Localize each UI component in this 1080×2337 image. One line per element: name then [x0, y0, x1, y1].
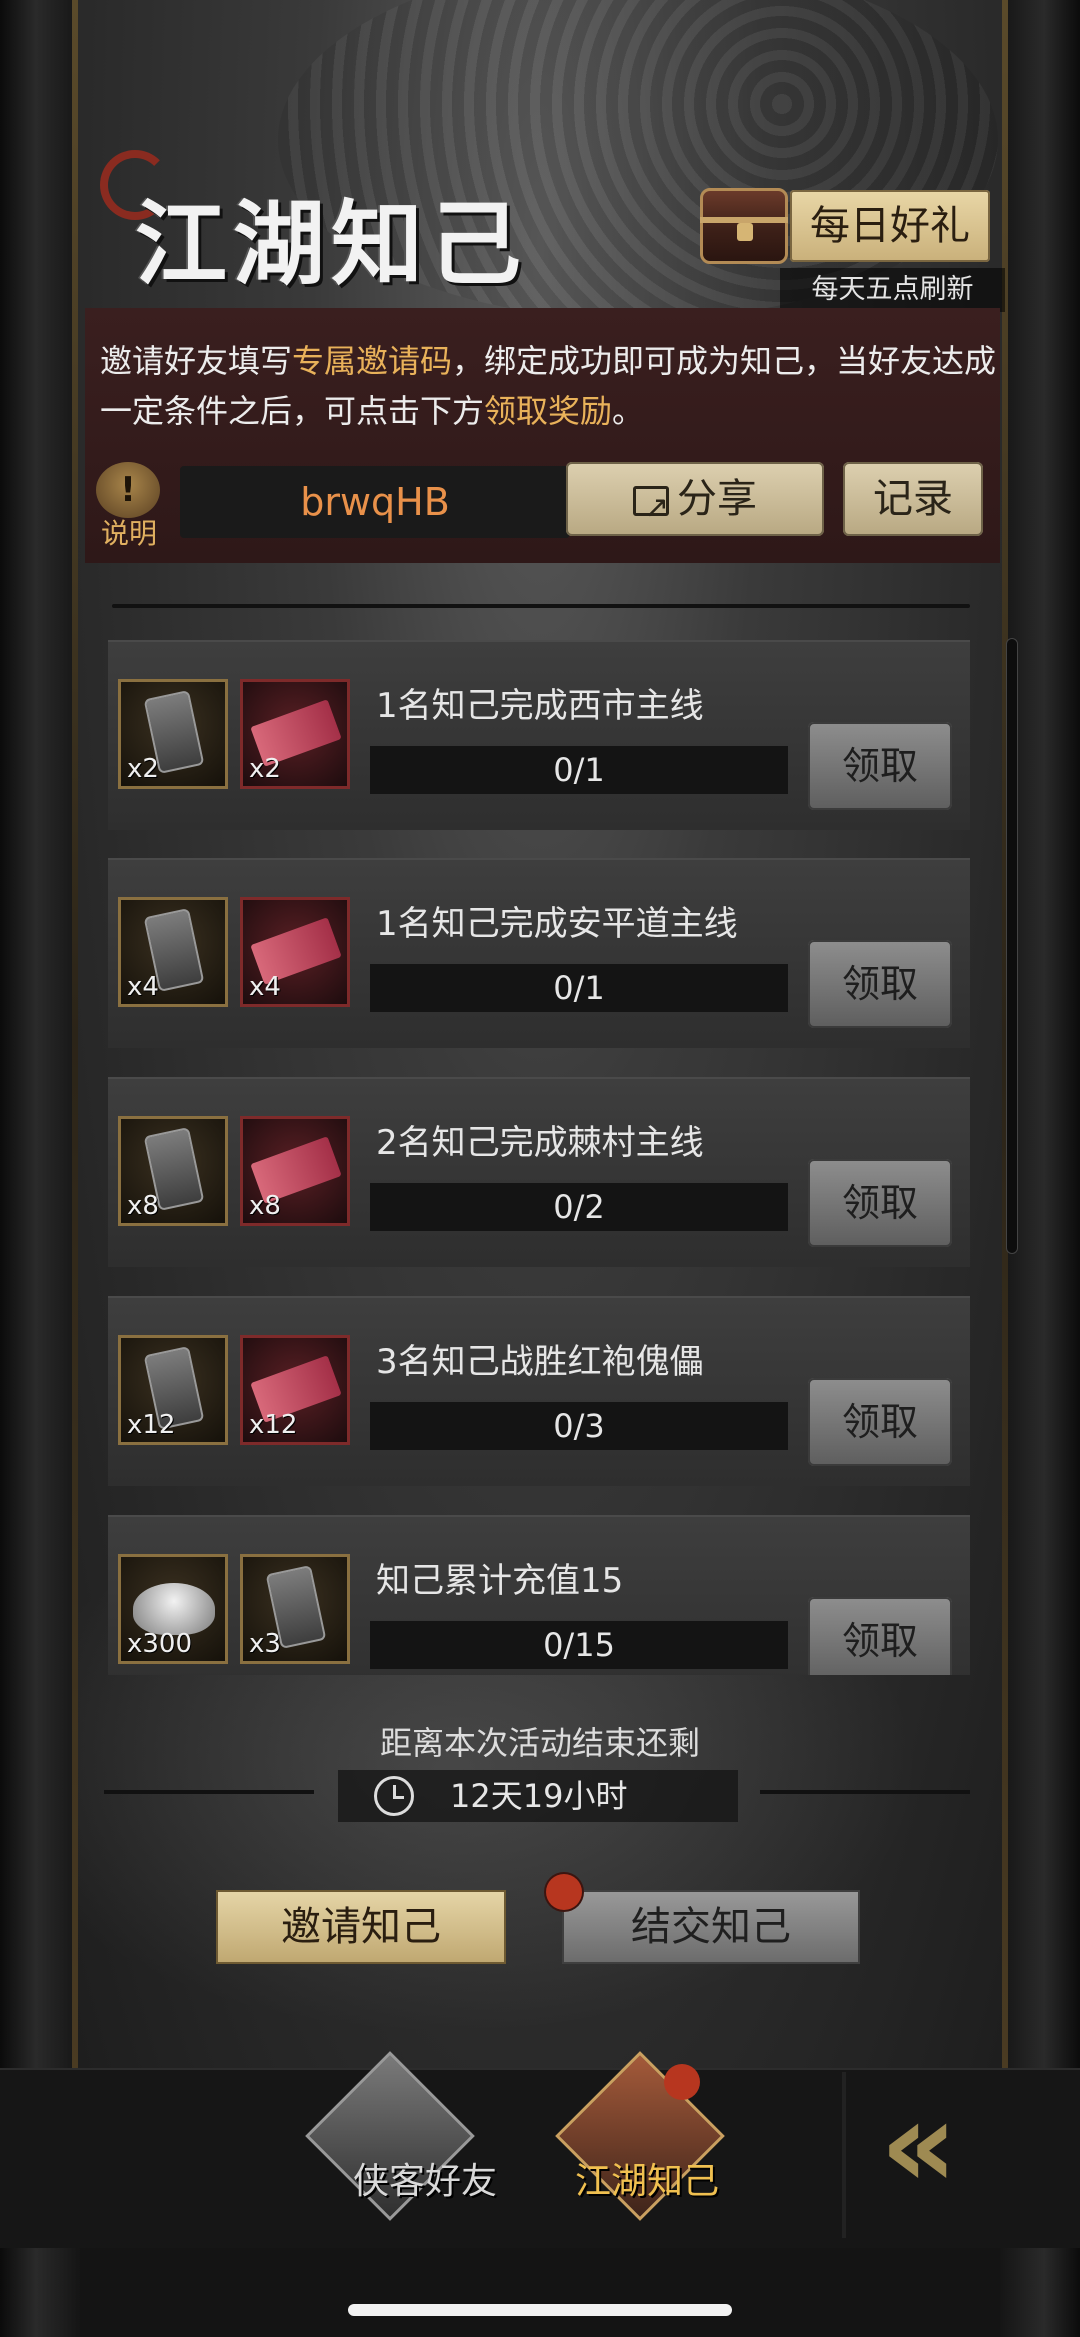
treasure-chest-icon[interactable]: [700, 188, 788, 264]
progress-text: 0/1: [553, 751, 605, 789]
claim-button[interactable]: 领取: [808, 1378, 952, 1466]
red-ticket-icon[interactable]: x4: [240, 897, 350, 1007]
task-row: x300 x3 知己累计充值15 0/15 领取: [108, 1515, 970, 1675]
invite-code-highlight: 专属邀请码: [292, 342, 453, 380]
token-tag-icon[interactable]: x8: [118, 1116, 228, 1226]
task-row: x12 x12 3名知己战胜红袍傀儡 0/3 领取: [108, 1296, 970, 1486]
reward-qty: x8: [127, 1191, 159, 1221]
task-title: 知己累计充值15: [376, 1561, 624, 1601]
reward-qty: x12: [249, 1410, 298, 1440]
invite-description: 邀请好友填写专属邀请码，绑定成功即可成为知己，当好友达成一定条件之后，可点击下方…: [100, 336, 1000, 436]
progress-text: 0/1: [553, 969, 605, 1007]
home-indicator[interactable]: [348, 2304, 732, 2316]
reward-qty: x2: [249, 754, 281, 784]
claim-button[interactable]: 领取: [808, 722, 952, 810]
claim-reward-highlight: 领取奖励: [484, 392, 613, 430]
nav-item-hero-friends[interactable]: 侠客好友: [330, 2152, 520, 2204]
notification-dot: [546, 1874, 582, 1910]
token-tag-icon[interactable]: x12: [118, 1335, 228, 1445]
reward-qty: x12: [127, 1410, 176, 1440]
progress-text: 0/15: [543, 1626, 615, 1664]
share-label: 分享: [677, 476, 757, 522]
notification-dot: [664, 2064, 700, 2100]
task-row: x4 x4 1名知己完成安平道主线 0/1 领取: [108, 858, 970, 1048]
invite-description-part: 。: [612, 392, 645, 430]
double-chevron-left-icon[interactable]: «: [880, 2086, 1030, 2206]
divider: [112, 604, 970, 608]
task-row: x8 x8 2名知己完成棘村主线 0/2 领取: [108, 1077, 970, 1267]
divider: [842, 2072, 846, 2238]
claim-button[interactable]: 领取: [808, 1159, 952, 1247]
nav-item-jianghu-friends[interactable]: 江湖知己: [562, 2152, 732, 2204]
invite-description-part: 邀请好友填写: [100, 342, 293, 380]
befriend-button[interactable]: 结交知己: [562, 1890, 860, 1964]
exclamation-icon[interactable]: !: [96, 462, 160, 518]
token-tag-icon[interactable]: x3: [240, 1554, 350, 1664]
red-ticket-icon[interactable]: x8: [240, 1116, 350, 1226]
red-ticket-icon[interactable]: x12: [240, 1335, 350, 1445]
silver-ingot-icon[interactable]: x300: [118, 1554, 228, 1664]
reward-qty: x3: [249, 1629, 281, 1659]
record-button[interactable]: 记录: [843, 462, 983, 536]
page-title: 江湖知己: [135, 190, 528, 298]
divider: [104, 1790, 314, 1794]
token-tag-icon[interactable]: x4: [118, 897, 228, 1007]
task-row: x2 x2 1名知己完成西市主线 0/1 领取: [108, 640, 970, 830]
activity-ends-label: 距离本次活动结束还剩: [379, 1724, 700, 1762]
reward-qty: x8: [249, 1191, 281, 1221]
daily-refresh-note: 每天五点刷新: [780, 268, 1005, 312]
info-label[interactable]: 说明: [94, 512, 164, 552]
reward-qty: x300: [127, 1629, 193, 1659]
invite-code: brwqHB: [300, 480, 450, 524]
red-ticket-icon[interactable]: x2: [240, 679, 350, 789]
claim-button[interactable]: 领取: [808, 940, 952, 1028]
scrollbar[interactable]: [1006, 638, 1018, 1254]
task-title: 1名知己完成安平道主线: [376, 904, 738, 944]
divider: [760, 1790, 970, 1794]
task-title: 2名知己完成棘村主线: [376, 1123, 704, 1163]
reward-qty: x4: [249, 972, 281, 1002]
reward-qty: x2: [127, 754, 159, 784]
clock-icon: [374, 1776, 414, 1816]
progress-text: 0/3: [553, 1407, 605, 1445]
task-title: 1名知己完成西市主线: [376, 686, 704, 726]
share-icon: [633, 471, 669, 545]
daily-gift-button[interactable]: 每日好礼: [790, 190, 990, 262]
progress-text: 0/2: [553, 1188, 605, 1226]
claim-button[interactable]: 领取: [808, 1597, 952, 1675]
countdown-text: 12天19小时: [450, 1777, 628, 1815]
invite-friend-button[interactable]: 邀请知己: [216, 1890, 506, 1964]
share-button[interactable]: 分享: [566, 462, 824, 545]
left-frame: [0, 0, 80, 2337]
reward-qty: x4: [127, 972, 159, 1002]
token-tag-icon[interactable]: x2: [118, 679, 228, 789]
task-title: 3名知己战胜红袍傀儡: [376, 1342, 704, 1382]
task-list[interactable]: x2 x2 1名知己完成西市主线 0/1 领取 x4 x4 1名知己完成安平道主…: [108, 640, 970, 1675]
